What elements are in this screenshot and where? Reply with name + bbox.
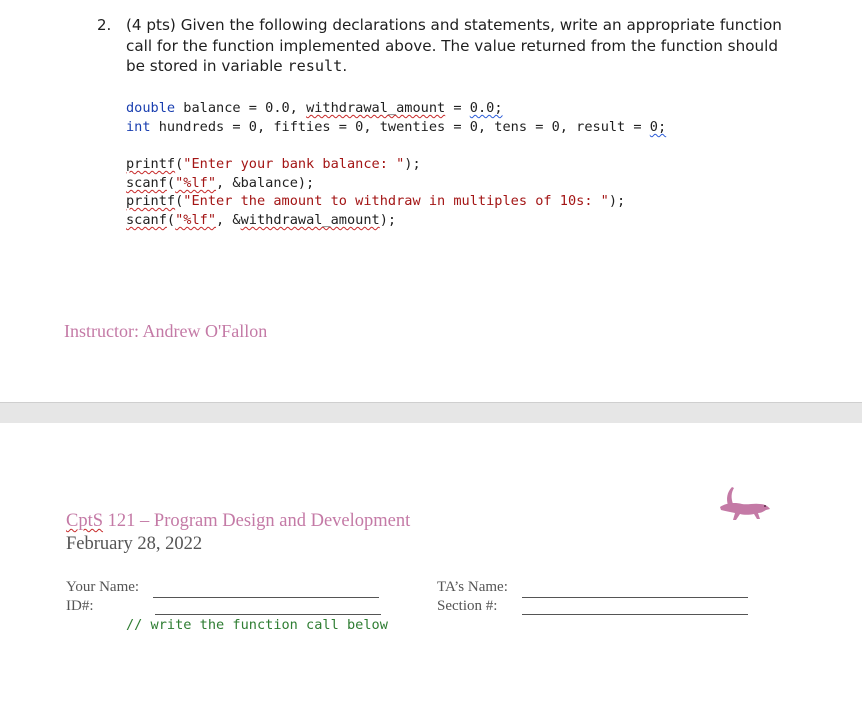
course-code: CptS [66, 511, 104, 531]
code-decl2-val: 0; [649, 119, 667, 135]
code-string-2: "Enter the amount to withdraw in multipl… [183, 193, 609, 209]
code-line-4: scanf("%lf", &balance); [126, 174, 314, 193]
code-arg-1: , &balance); [216, 175, 315, 191]
question-text: (4 pts) Given the following declarations… [126, 15, 786, 77]
code-printf-1: printf [126, 156, 176, 172]
code-arg2-post: ); [379, 212, 397, 228]
code-line-2: int hundreds = 0, fifties = 0, twenties … [126, 118, 666, 137]
code-close-1: ); [404, 156, 421, 172]
code-line-3: printf("Enter your bank balance: "); [126, 155, 421, 174]
code-keyword-int: int [126, 119, 151, 135]
code-decl1-ident: withdrawal_amount [306, 100, 446, 116]
instructor-footer: Instructor: Andrew O'Fallon [64, 321, 268, 341]
section-label: Section #: [437, 598, 498, 614]
code-arg2-ident: withdrawal_amount [240, 212, 380, 228]
exam-date: February 28, 2022 [66, 534, 203, 554]
cougar-logo-icon [720, 487, 770, 520]
code-format-2: "%lf" [175, 212, 217, 228]
code-keyword-double: double [126, 100, 176, 116]
section-line[interactable] [522, 614, 748, 615]
question-number: 2. [97, 16, 112, 34]
id-label: ID#: [66, 598, 94, 614]
code-open-2: ( [166, 175, 176, 191]
page-bottom [0, 423, 862, 707]
code-line-1: double balance = 0.0, withdrawal_amount … [126, 99, 503, 118]
ta-name-line[interactable] [522, 597, 748, 598]
code-line-6: scanf("%lf", &withdrawal_amount); [126, 211, 396, 230]
code-comment: // write the function call below [126, 617, 388, 633]
course-name: 121 – Program Design and Development [103, 511, 411, 531]
page-gap [0, 402, 862, 424]
code-arg2-pre: , & [216, 212, 241, 228]
code-open-4: ( [166, 212, 176, 228]
question-points: (4 pts) [126, 16, 176, 34]
question-variable: result [287, 57, 343, 75]
code-decl1-b: = [445, 100, 470, 116]
code-string-1: "Enter your bank balance: " [183, 156, 405, 172]
code-format-1: "%lf" [175, 175, 217, 191]
code-scanf-2: scanf [126, 212, 167, 228]
your-name-line[interactable] [153, 597, 379, 598]
code-decl1-val: 0.0; [469, 100, 503, 116]
code-close-2: ); [608, 193, 626, 209]
code-printf-2: printf [126, 193, 176, 209]
id-line[interactable] [155, 614, 381, 615]
code-line-5: printf("Enter the amount to withdraw in … [126, 192, 625, 211]
question-body: Given the following declarations and sta… [126, 16, 782, 75]
code-decl1-a: balance = 0.0, [175, 100, 307, 116]
question-period: . [342, 57, 348, 75]
code-decl2-a: hundreds = 0, fifties = 0, twenties = 0,… [150, 119, 650, 135]
course-title: CptS 121 – Program Design and Developmen… [66, 511, 410, 532]
your-name-label: Your Name: [66, 579, 140, 595]
ta-name-label: TA’s Name: [437, 579, 508, 595]
code-scanf-1: scanf [126, 175, 167, 191]
